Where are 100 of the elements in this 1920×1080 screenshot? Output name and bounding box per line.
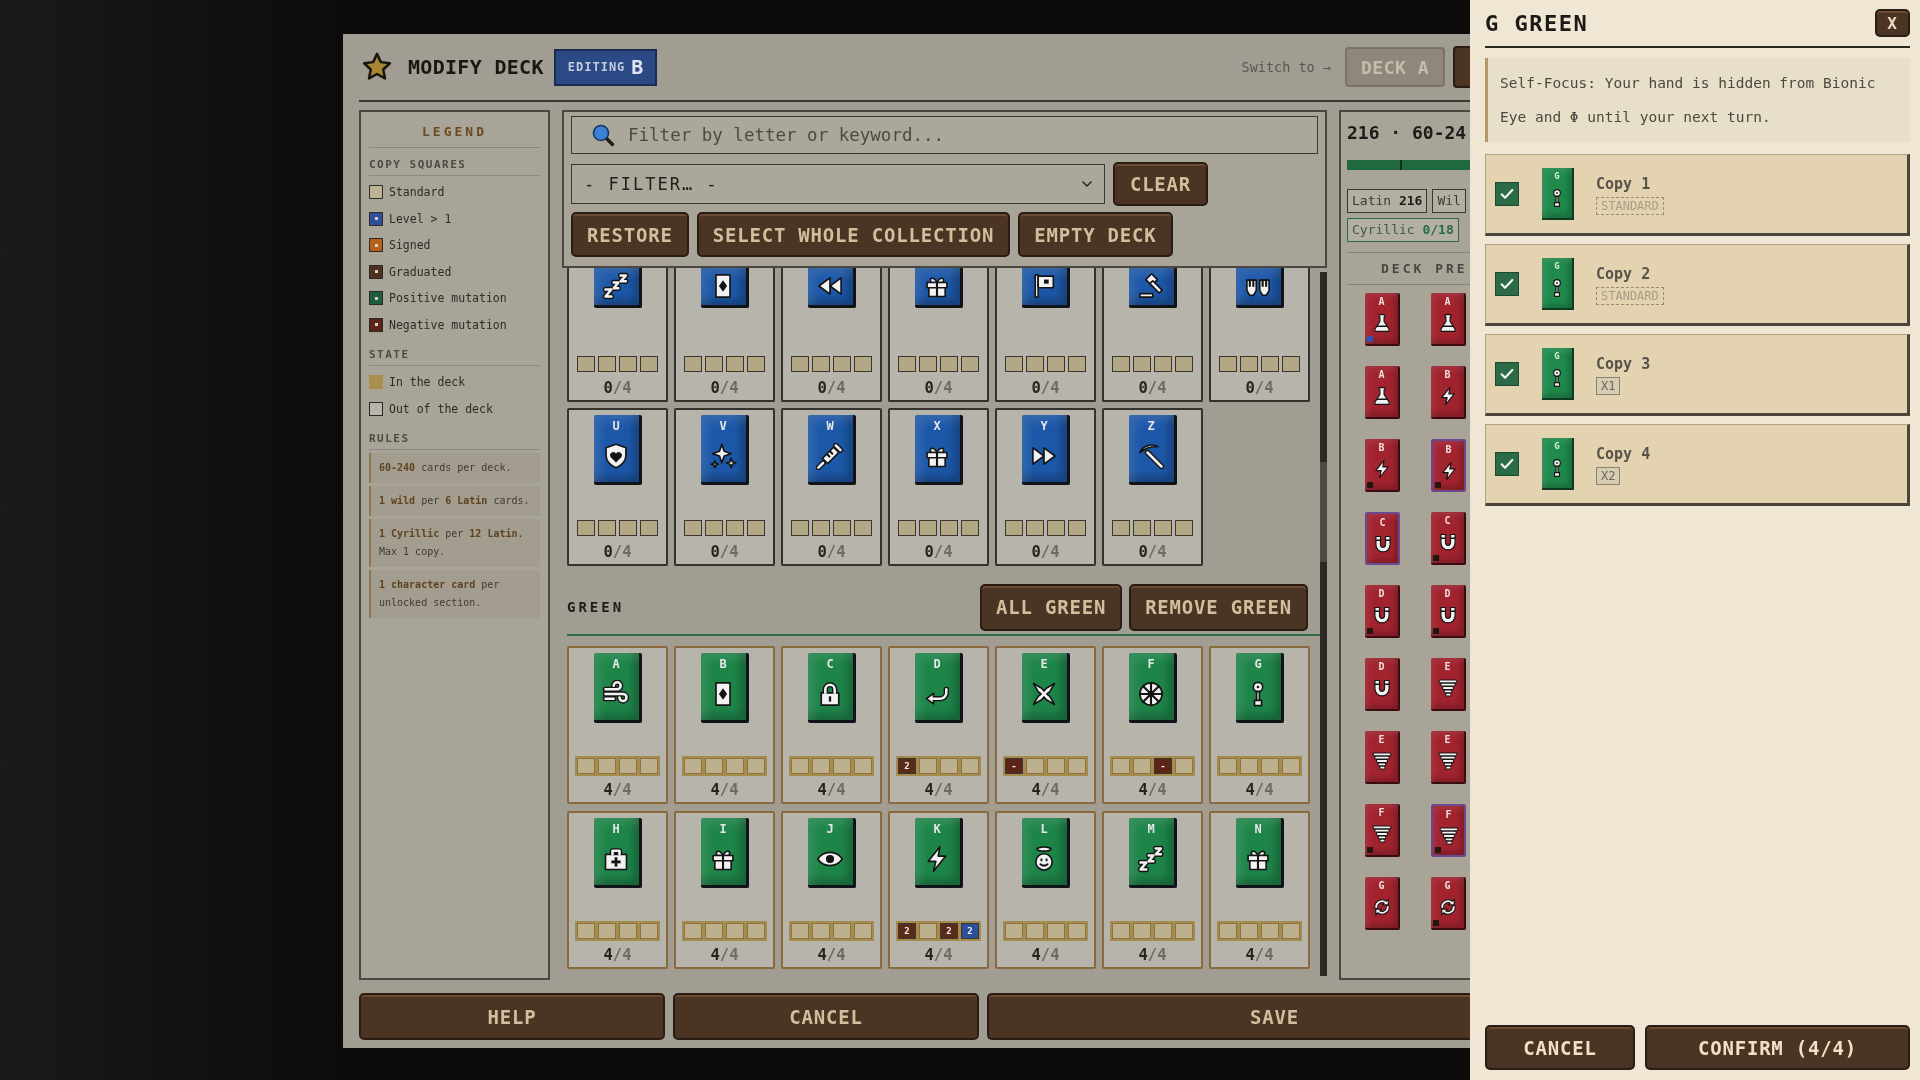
deck-card[interactable]: G xyxy=(1431,877,1466,930)
close-button[interactable]: X xyxy=(1875,9,1910,37)
card-slot[interactable]: C 4/4 xyxy=(781,646,882,804)
deck-card[interactable]: B xyxy=(1431,439,1466,492)
checkbox[interactable] xyxy=(1495,182,1519,206)
card-slot[interactable]: Z 0/4 xyxy=(1102,408,1203,566)
copy-row[interactable]: G Copy 3 X1 xyxy=(1485,334,1910,416)
card-slot[interactable]: B 4/4 xyxy=(674,646,775,804)
scrollbar[interactable] xyxy=(1320,272,1327,976)
card-letter: E xyxy=(1040,657,1048,671)
card-slot[interactable]: M 4/4 xyxy=(1102,811,1203,969)
card-slot[interactable]: W 0/4 xyxy=(781,408,882,566)
card-letter: W xyxy=(826,419,834,433)
card-slot[interactable]: X 0/4 xyxy=(888,408,989,566)
deck-card[interactable]: A xyxy=(1365,293,1400,346)
card-slot[interactable]: J 4/4 xyxy=(781,811,882,969)
copy-slot-icon xyxy=(619,356,637,372)
card-slot[interactable]: K 2 2 2 4/4 xyxy=(888,811,989,969)
card-slot[interactable]: H 4/4 xyxy=(567,811,668,969)
card-slot[interactable]: 0/4 xyxy=(995,268,1096,402)
action-button[interactable]: RESTORE xyxy=(571,212,689,257)
tornado-icon xyxy=(1437,678,1458,698)
clear-button[interactable]: CLEAR xyxy=(1113,162,1208,206)
copy-row[interactable]: G Copy 4 X2 xyxy=(1485,424,1910,506)
copy-slot-icon xyxy=(598,758,616,774)
copy-slot-icon xyxy=(940,356,958,372)
deck-card[interactable]: F xyxy=(1431,804,1466,857)
card-slot[interactable]: 0/4 xyxy=(888,268,989,402)
legend-label: In the deck xyxy=(389,375,466,390)
card-letter: J xyxy=(826,822,834,836)
legend-heading: COPY SQUARES xyxy=(369,158,540,176)
card-slot[interactable]: V 0/4 xyxy=(674,408,775,566)
deck-card[interactable]: E xyxy=(1431,731,1466,784)
deck-card[interactable]: B xyxy=(1431,366,1466,419)
footer-button[interactable]: HELP xyxy=(359,993,665,1040)
copy-slot-icon xyxy=(961,356,979,372)
card-slot[interactable]: A 4/4 xyxy=(567,646,668,804)
copy-row[interactable]: G Copy 1 STANDARD xyxy=(1485,154,1910,236)
footer-button[interactable]: SAVE xyxy=(987,993,1470,1040)
card-slot[interactable]: Y 0/4 xyxy=(995,408,1096,566)
deck-card[interactable]: E xyxy=(1431,658,1466,711)
section-button[interactable]: ALL GREEN xyxy=(979,583,1123,631)
section-button[interactable]: REMOVE GREEN xyxy=(1129,583,1308,631)
card-letter: X xyxy=(933,419,941,433)
action-button[interactable]: SELECT WHOLE COLLECTION xyxy=(696,212,1011,257)
deck-card[interactable]: G xyxy=(1365,877,1400,930)
card-slot[interactable]: F - 4/4 xyxy=(1102,646,1203,804)
variant-label: X1 xyxy=(1596,376,1621,395)
magnet-icon xyxy=(1371,605,1392,625)
card-slot[interactable]: L 4/4 xyxy=(995,811,1096,969)
deck-card[interactable]: D xyxy=(1431,585,1466,638)
deck-card[interactable]: A xyxy=(1365,366,1400,419)
search-field[interactable]: Filter by letter or keyword... xyxy=(571,116,1318,154)
copy-count: 0/4 xyxy=(710,378,739,398)
card-slot[interactable]: E - 4/4 xyxy=(995,646,1096,804)
deck-card[interactable]: D xyxy=(1365,585,1400,638)
copy-slot-icon xyxy=(598,520,616,536)
copy-slot-icon xyxy=(640,923,658,939)
card-slot[interactable]: I 4/4 xyxy=(674,811,775,969)
deck-card[interactable]: D xyxy=(1365,658,1400,711)
footer-button[interactable]: CANCEL xyxy=(673,993,979,1040)
card-slot[interactable]: U 0/4 xyxy=(567,408,668,566)
copy-row[interactable]: G Copy 2 STANDARD xyxy=(1485,244,1910,326)
copy-count: 0/4 xyxy=(924,542,953,562)
copy-slot-icon xyxy=(619,758,637,774)
card-letter: G xyxy=(1554,441,1560,452)
copy-count: 4/4 xyxy=(1031,945,1060,965)
card-slot[interactable]: 0/4 xyxy=(1102,268,1203,402)
card-slot[interactable]: 0/4 xyxy=(781,268,882,402)
deck-card[interactable]: E xyxy=(1365,731,1400,784)
deck-card[interactable]: C xyxy=(1431,512,1466,565)
filter-select[interactable]: - FILTER… - xyxy=(571,164,1105,204)
panel-button[interactable]: CONFIRM (4/4) xyxy=(1645,1025,1910,1070)
copy-slot-icon xyxy=(747,758,765,774)
section-title: GREEN xyxy=(567,599,625,615)
card-slot[interactable]: D 2 4/4 xyxy=(888,646,989,804)
deck-card[interactable]: C xyxy=(1365,512,1400,565)
copy-count: 0/4 xyxy=(924,378,953,398)
copy-slot-icon xyxy=(1133,520,1151,536)
copy-slot-icon xyxy=(833,356,851,372)
medical-kit-icon xyxy=(602,845,630,873)
gavel-icon xyxy=(1137,272,1165,300)
deck-card[interactable]: A xyxy=(1431,293,1466,346)
card-slot[interactable]: N 4/4 xyxy=(1209,811,1310,969)
deck-card[interactable]: F xyxy=(1365,804,1400,857)
copy-count: 0/4 xyxy=(1031,542,1060,562)
panel-button[interactable]: CANCEL xyxy=(1485,1025,1635,1070)
card-slot[interactable]: 0/4 xyxy=(674,268,775,402)
card-slot[interactable]: 0/4 xyxy=(567,268,668,402)
deck-card[interactable]: B xyxy=(1365,439,1400,492)
checkbox[interactable] xyxy=(1495,362,1519,386)
action-button[interactable]: EMPTY DECK xyxy=(1018,212,1173,257)
copy-slot-icon xyxy=(812,923,830,939)
card-slot[interactable]: 0/4 xyxy=(1209,268,1310,402)
copy-slot-marker: - xyxy=(1005,758,1023,774)
checkbox[interactable] xyxy=(1495,272,1519,296)
cycle-arrows-icon xyxy=(1371,897,1392,917)
copy-count: 0/4 xyxy=(603,542,632,562)
card-slot[interactable]: G 4/4 xyxy=(1209,646,1310,804)
checkbox[interactable] xyxy=(1495,452,1519,476)
